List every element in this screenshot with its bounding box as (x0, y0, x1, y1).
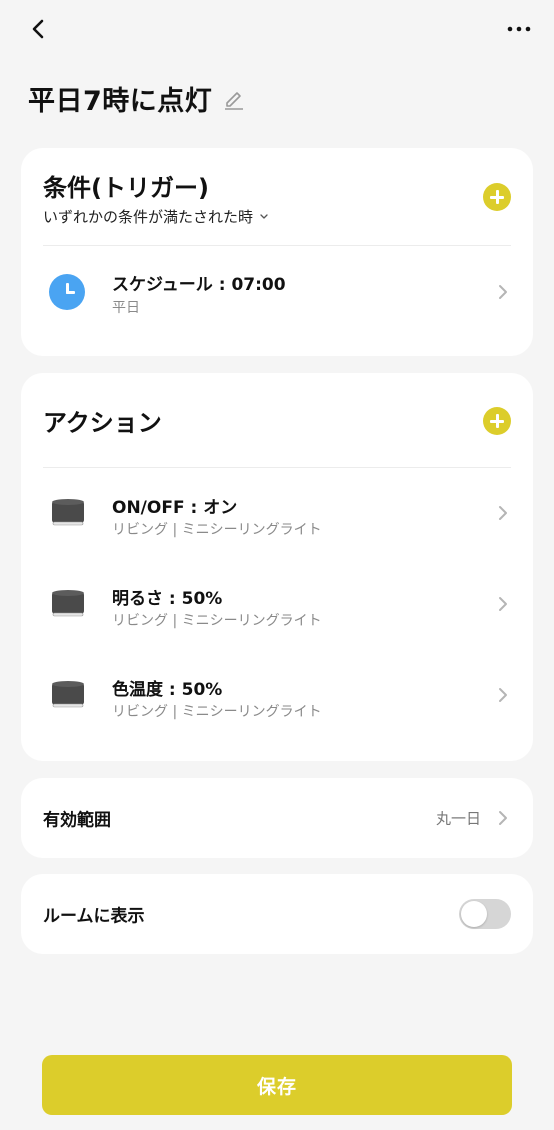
ceiling-light-icon (52, 499, 84, 526)
page-title: 平日7時に点灯 (28, 85, 213, 117)
trigger-card: 条件(トリガー) いずれかの条件が満たされた時 スケジュール : 07:00 平… (21, 148, 533, 356)
top-bar (0, 0, 554, 60)
chevron-left-icon (32, 19, 44, 39)
chevron-right-icon (499, 506, 507, 520)
action-item-title: 色温度 : 50% (112, 680, 223, 700)
add-trigger-button[interactable] (483, 183, 511, 211)
clock-icon (49, 274, 85, 310)
chevron-down-icon (260, 213, 268, 219)
trigger-item-subtitle: 平日 (112, 300, 140, 316)
pencil-edit-icon[interactable] (222, 86, 246, 110)
add-action-button[interactable] (483, 407, 511, 435)
ceiling-light-icon (52, 681, 84, 708)
effective-range-value: 丸一日 (435, 809, 481, 828)
action-item-color-temperature[interactable]: 色温度 : 50% リビング | ミニシーリングライト (21, 655, 533, 735)
more-horizontal-icon (507, 26, 531, 32)
chevron-right-icon (499, 285, 507, 299)
action-section-title: アクション (43, 409, 162, 437)
trigger-item-title: スケジュール : 07:00 (112, 275, 286, 295)
condition-mode-label: いずれかの条件が満たされた時 (43, 208, 254, 226)
action-item-subtitle: リビング | ミニシーリングライト (112, 613, 322, 629)
action-item-subtitle: リビング | ミニシーリングライト (112, 704, 322, 720)
condition-mode-selector[interactable]: いずれかの条件が満たされた時 (43, 206, 269, 227)
divider (43, 467, 511, 468)
back-button[interactable] (24, 14, 54, 44)
chevron-right-icon (499, 811, 507, 825)
trigger-section-title: 条件(トリガー) (43, 174, 209, 202)
action-card: アクション ON/OFF : オン リビング | ミニシーリングライト 明るさ … (21, 373, 533, 761)
action-item-title: 明るさ : 50% (112, 589, 223, 609)
action-item-subtitle: リビング | ミニシーリングライト (112, 522, 322, 538)
trigger-item-schedule[interactable]: スケジュール : 07:00 平日 (21, 252, 533, 332)
effective-range-row[interactable]: 有効範囲 丸一日 (21, 778, 533, 858)
title-row: 平日7時に点灯 (28, 78, 246, 118)
action-item-brightness[interactable]: 明るさ : 50% リビング | ミニシーリングライト (21, 564, 533, 644)
show-in-room-label: ルームに表示 (43, 906, 145, 927)
save-button[interactable]: 保存 (42, 1055, 512, 1115)
toggle-knob (461, 901, 487, 927)
more-options-button[interactable] (504, 14, 534, 44)
show-in-room-toggle[interactable] (459, 899, 511, 929)
chevron-right-icon (499, 688, 507, 702)
action-item-onoff[interactable]: ON/OFF : オン リビング | ミニシーリングライト (21, 473, 533, 553)
chevron-right-icon (499, 597, 507, 611)
ceiling-light-icon (52, 590, 84, 617)
divider (43, 245, 511, 246)
effective-range-label: 有効範囲 (43, 810, 111, 831)
action-item-title: ON/OFF : オン (112, 498, 238, 518)
show-in-room-row: ルームに表示 (21, 874, 533, 954)
